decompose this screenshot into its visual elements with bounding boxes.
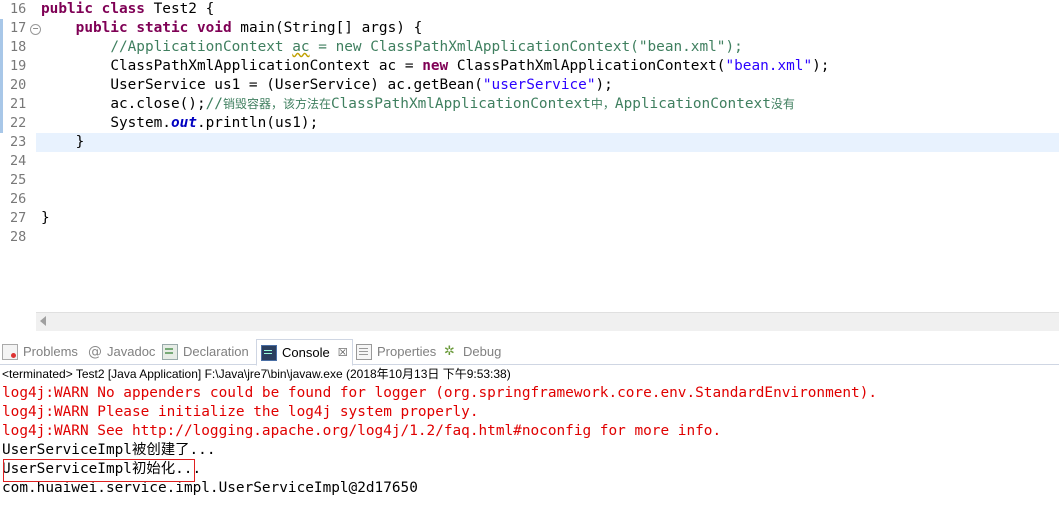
- line-number: 22: [10, 115, 27, 131]
- debug-icon: ✲: [444, 344, 455, 359]
- fold-toggle-icon[interactable]: −: [30, 24, 41, 35]
- line-number-gutter: 16 17 − 18 19 20 21 22 23 24 25 26 27 28: [0, 0, 41, 312]
- code-line-27: }: [41, 210, 50, 226]
- tab-javadoc[interactable]: @ Javadoc: [88, 341, 155, 363]
- code-editor[interactable]: 16 17 − 18 19 20 21 22 23 24 25 26 27 28…: [0, 0, 1059, 331]
- tab-console[interactable]: Console ☒: [256, 339, 353, 366]
- line-number: 25: [10, 172, 27, 188]
- tab-label: Console: [282, 344, 330, 360]
- scroll-left-arrow-icon[interactable]: [40, 316, 46, 326]
- declaration-icon: [162, 344, 178, 360]
- console-line: log4j:WARN Please initialize the log4j s…: [2, 404, 479, 420]
- console-icon: [261, 344, 277, 361]
- tab-label: Declaration: [183, 344, 249, 359]
- line-number: 21: [10, 96, 27, 112]
- annotation-highlight-box: [3, 459, 195, 482]
- line-number: 19: [10, 58, 27, 74]
- problems-icon: [2, 344, 18, 360]
- line-number: 28: [10, 229, 27, 245]
- code-line-19: ClassPathXmlApplicationContext ac = new …: [110, 58, 830, 74]
- line-number: 18: [10, 39, 27, 55]
- tab-declaration[interactable]: Declaration: [162, 341, 249, 363]
- javadoc-icon: @: [88, 344, 102, 360]
- tab-problems[interactable]: Problems: [2, 341, 78, 363]
- tab-debug[interactable]: ✲ Debug: [444, 341, 501, 363]
- tab-label: Debug: [463, 344, 502, 359]
- code-line-22: System.out.println(us1);: [110, 115, 319, 131]
- tab-label: Properties: [377, 344, 437, 359]
- code-line-16: public class Test2 {: [41, 1, 215, 17]
- tab-label: Problems: [23, 344, 78, 359]
- console-line: UserServiceImpl被创建了...: [2, 442, 216, 458]
- line-number: 23: [10, 134, 27, 150]
- code-line-21: ac.close();//销毁容器，该方法在ClassPathXmlApplic…: [110, 96, 795, 112]
- line-number: 26: [10, 191, 27, 207]
- properties-icon: [356, 344, 372, 360]
- line-number: 16: [10, 1, 27, 17]
- code-line-18: //ApplicationContext ac = new ClassPathX…: [110, 39, 743, 55]
- console-line: log4j:WARN See http://logging.apache.org…: [2, 423, 722, 439]
- line-number: 24: [10, 153, 27, 169]
- line-number: 20: [10, 77, 27, 93]
- code-line-23-current: }: [36, 133, 1059, 152]
- console-process-status: <terminated> Test2 [Java Application] F:…: [2, 367, 511, 381]
- code-line-20: UserService us1 = (UserService) ac.getBe…: [110, 77, 613, 93]
- code-line-17: public static void main(String[] args) {: [75, 20, 423, 36]
- line-number: 27: [10, 210, 27, 226]
- views-tab-bar: Problems @ Javadoc Declaration Console ☒…: [0, 338, 1059, 366]
- tab-properties[interactable]: Properties: [356, 341, 436, 363]
- horizontal-scrollbar[interactable]: [36, 312, 1059, 331]
- tab-label: Javadoc: [107, 344, 156, 359]
- console-line: log4j:WARN No appenders could be found f…: [2, 385, 878, 401]
- quick-diff-bar: [0, 19, 3, 133]
- close-icon[interactable]: ☒: [338, 342, 348, 364]
